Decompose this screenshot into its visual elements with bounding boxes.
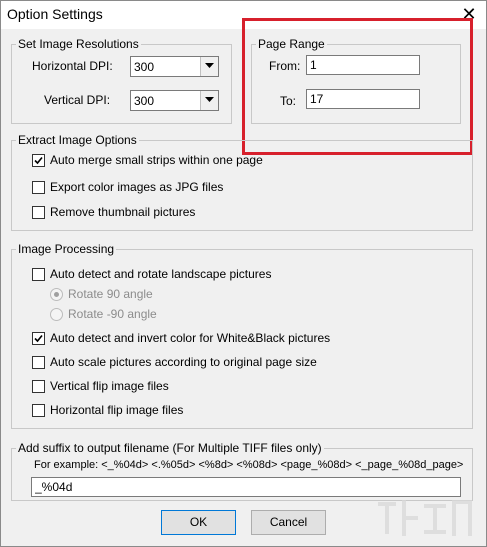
watermark-logo-icon (378, 500, 472, 536)
checkbox-label: Auto scale pictures according to origina… (50, 355, 317, 369)
suffix-input[interactable] (31, 477, 461, 497)
window-title: Option Settings (7, 6, 103, 22)
suffix-legend: Add suffix to output filename (For Multi… (18, 441, 322, 455)
vertical-dpi-label: Vertical DPI: (44, 93, 111, 107)
page-range-group: Page Range (251, 37, 461, 124)
from-label: From: (269, 59, 301, 73)
vertical-dpi-select[interactable]: 300 (130, 90, 219, 111)
checkbox-label: Vertical flip image files (50, 379, 169, 393)
radio-label: Rotate 90 angle (68, 287, 153, 301)
horizontal-dpi-label: Horizontal DPI: (32, 59, 113, 73)
checkbox-box[interactable] (32, 154, 45, 167)
radio-label: Rotate -90 angle (68, 307, 157, 321)
horizontal-dpi-select[interactable]: 300 (130, 56, 219, 77)
vertical-dpi-value: 300 (134, 94, 155, 108)
suffix-example-text: For example: <_%04d> <.%05d> <%8d> <%08d… (34, 459, 464, 471)
checkbox-label: Auto detect and invert color for White&B… (50, 331, 331, 345)
chevron-down-icon[interactable] (200, 91, 218, 110)
checkbox-label: Auto detect and rotate landscape picture… (50, 267, 272, 281)
to-label: To: (280, 94, 297, 108)
checkbox-label: Remove thumbnail pictures (50, 205, 196, 219)
option-settings-dialog: Option Settings ✕ Set Image Resolutions … (0, 0, 487, 547)
checkbox-label: Auto merge small strips within one page (50, 153, 263, 167)
checkbox-box[interactable] (32, 268, 45, 281)
radio-circle[interactable] (50, 308, 63, 321)
checkbox-box[interactable] (32, 380, 45, 393)
checkbox-box[interactable] (32, 404, 45, 417)
checkbox-label: Horizontal flip image files (50, 403, 184, 417)
title-bar: Option Settings ✕ (1, 1, 486, 29)
resolution-legend: Set Image Resolutions (18, 37, 139, 51)
extract-options-legend: Extract Image Options (18, 133, 137, 147)
checkbox-box[interactable] (32, 356, 45, 369)
checkbox-box[interactable] (32, 206, 45, 219)
ok-button[interactable]: OK (161, 510, 236, 535)
radio-circle[interactable] (50, 288, 63, 301)
checkbox-box[interactable] (32, 332, 45, 345)
checkbox-box[interactable] (32, 181, 45, 194)
to-page-input[interactable] (306, 89, 420, 109)
cancel-button[interactable]: Cancel (251, 510, 326, 535)
radio-dot (54, 292, 59, 297)
from-page-input[interactable] (306, 55, 420, 75)
horizontal-dpi-value: 300 (134, 60, 155, 74)
chevron-down-icon[interactable] (200, 57, 218, 76)
image-processing-legend: Image Processing (18, 242, 115, 256)
page-range-legend: Page Range (258, 37, 325, 51)
close-icon[interactable]: ✕ (458, 3, 480, 25)
checkbox-label: Export color images as JPG files (50, 180, 224, 194)
